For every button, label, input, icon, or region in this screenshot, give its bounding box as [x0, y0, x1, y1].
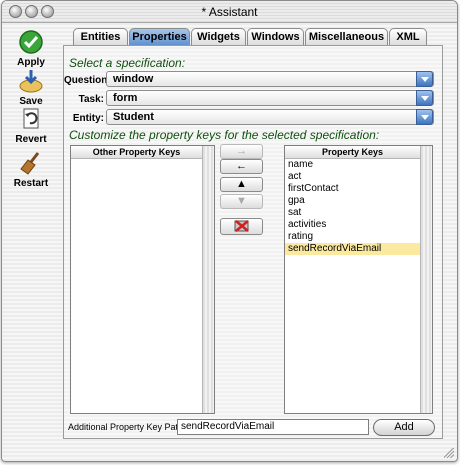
other-property-keys-list[interactable]: Other Property Keys: [70, 145, 215, 414]
apply-label: Apply: [17, 57, 45, 68]
tab-windows[interactable]: Windows: [247, 28, 304, 46]
list-item[interactable]: sat: [285, 207, 420, 219]
revert-label: Revert: [15, 134, 47, 145]
question-select[interactable]: window: [106, 71, 434, 87]
revert-icon: [23, 108, 39, 129]
list-item[interactable]: gpa: [285, 195, 420, 207]
question-label: Question:: [64, 75, 111, 86]
property-keys-list[interactable]: Property Keys name act firstContact gpa sat a…: [284, 145, 433, 414]
customize-keys-heading: Customize the property keys for the sele…: [69, 128, 380, 142]
apply-button[interactable]: Apply: [8, 29, 54, 68]
delete-icon: [234, 220, 249, 232]
tab-miscellaneous[interactable]: Miscellaneous: [305, 28, 388, 46]
other-keys-scrollbar[interactable]: [202, 146, 214, 413]
revert-button[interactable]: Revert: [8, 106, 54, 145]
restart-label: Restart: [13, 178, 49, 189]
move-down-button[interactable]: ▼: [220, 194, 263, 209]
entity-value: Student: [113, 111, 154, 123]
list-item[interactable]: sendRecordViaEmail: [285, 243, 420, 255]
clear-keys-button[interactable]: [220, 218, 263, 235]
task-value: form: [113, 92, 138, 104]
window-title: * Assistant: [201, 5, 258, 19]
chevron-down-icon: [416, 90, 433, 106]
broom-icon: [20, 152, 40, 175]
checkmark-icon: [19, 30, 43, 54]
tab-xml[interactable]: XML: [389, 28, 427, 46]
other-keys-header: Other Property Keys: [71, 146, 202, 159]
resize-grip-icon[interactable]: [444, 448, 454, 458]
task-label: Task:: [78, 94, 104, 105]
add-path-button[interactable]: Add: [373, 419, 435, 436]
question-value: window: [113, 73, 154, 85]
restart-button[interactable]: Restart: [8, 150, 54, 189]
add-key-button[interactable]: →: [220, 144, 263, 159]
property-keys-scrollbar[interactable]: [420, 146, 432, 413]
select-spec-heading: Select a specification:: [69, 56, 186, 70]
property-keys-rows: name act firstContact gpa sat activities ratin…: [285, 159, 420, 255]
tab-properties[interactable]: Properties: [129, 28, 190, 46]
chevron-down-icon: [416, 109, 433, 125]
task-select[interactable]: form: [106, 90, 434, 106]
list-item[interactable]: name: [285, 159, 420, 171]
save-button[interactable]: Save: [8, 68, 54, 107]
list-item[interactable]: firstContact: [285, 183, 420, 195]
entity-label: Entity:: [72, 113, 104, 124]
move-up-button[interactable]: ▲: [220, 177, 263, 192]
tab-entities[interactable]: Entities: [73, 28, 128, 46]
title-bar: * Assistant: [2, 1, 457, 23]
additional-path-input[interactable]: sendRecordViaEmail: [177, 419, 369, 435]
tab-widgets[interactable]: Widgets: [191, 28, 246, 46]
entity-select[interactable]: Student: [106, 109, 434, 125]
remove-key-button[interactable]: ←: [220, 159, 263, 174]
list-item[interactable]: act: [285, 171, 420, 183]
list-item[interactable]: rating: [285, 231, 420, 243]
additional-path-label: Additional Property Key Path:: [68, 422, 186, 432]
chevron-down-icon: [416, 71, 433, 87]
list-item[interactable]: activities: [285, 219, 420, 231]
property-keys-header: Property Keys: [285, 146, 420, 159]
save-icon: [19, 70, 43, 93]
assistant-window: * Assistant Apply Save Revert Restart En…: [1, 0, 458, 462]
